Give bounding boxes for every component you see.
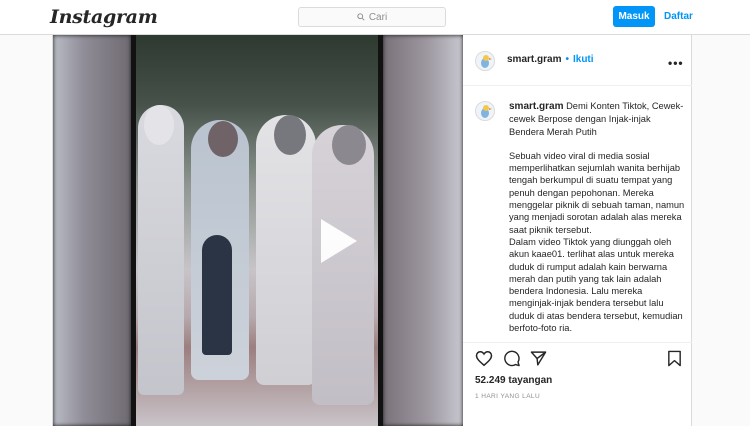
video-figure xyxy=(256,115,316,385)
search-input[interactable]: Cari xyxy=(298,7,446,27)
username-link[interactable]: smart.gram xyxy=(507,54,561,65)
separator-dot: • xyxy=(565,54,569,65)
post-video[interactable] xyxy=(53,35,463,426)
bird-icon xyxy=(481,105,492,118)
post-header: smart.gram • Ikuti ••• xyxy=(463,35,692,86)
play-icon[interactable] xyxy=(317,217,359,265)
instagram-logo[interactable]: Instagram xyxy=(50,6,158,28)
heart-icon[interactable] xyxy=(475,350,493,367)
caption-username[interactable]: smart.gram xyxy=(509,101,563,112)
video-figure xyxy=(312,125,374,405)
login-button[interactable]: Masuk xyxy=(613,6,655,27)
video-frame xyxy=(131,35,383,426)
more-options-icon[interactable]: ••• xyxy=(668,56,684,70)
bird-icon xyxy=(481,55,492,68)
search-icon xyxy=(357,13,365,21)
search-placeholder: Cari xyxy=(368,11,388,23)
post-container: smart.gram • Ikuti ••• smart.gram Demi K… xyxy=(52,35,692,426)
avatar[interactable] xyxy=(475,51,495,71)
video-figure xyxy=(208,121,238,157)
actions-divider xyxy=(463,342,692,343)
video-figure xyxy=(274,115,306,155)
video-figure xyxy=(332,125,366,165)
avatar[interactable] xyxy=(475,101,495,121)
signup-link[interactable]: Daftar xyxy=(664,6,693,27)
video-figure xyxy=(144,105,174,145)
bookmark-icon[interactable] xyxy=(667,350,682,367)
caption-paragraph: Sebuah video viral di media sosial mempe… xyxy=(509,150,685,235)
post-timestamp[interactable]: 1 HARI YANG LALU xyxy=(475,393,540,400)
top-navigation-bar: Instagram Cari Masuk Daftar xyxy=(0,0,750,35)
share-icon[interactable] xyxy=(530,350,547,367)
video-figure xyxy=(202,235,232,355)
video-figure xyxy=(138,105,184,395)
post-sidebar: smart.gram • Ikuti ••• smart.gram Demi K… xyxy=(463,35,692,426)
comment-icon[interactable] xyxy=(503,350,521,367)
caption-paragraph: Dalam video Tiktok yang diunggah oleh ak… xyxy=(509,236,683,334)
post-header-info: smart.gram • Ikuti xyxy=(507,54,594,65)
post-caption: smart.gram Demi Konten Tiktok, Cewek-cew… xyxy=(509,100,685,355)
video-blur-left xyxy=(53,35,131,426)
view-count[interactable]: 52.249 tayangan xyxy=(475,375,552,386)
video-blur-right xyxy=(383,35,463,426)
follow-button[interactable]: Ikuti xyxy=(573,54,594,65)
